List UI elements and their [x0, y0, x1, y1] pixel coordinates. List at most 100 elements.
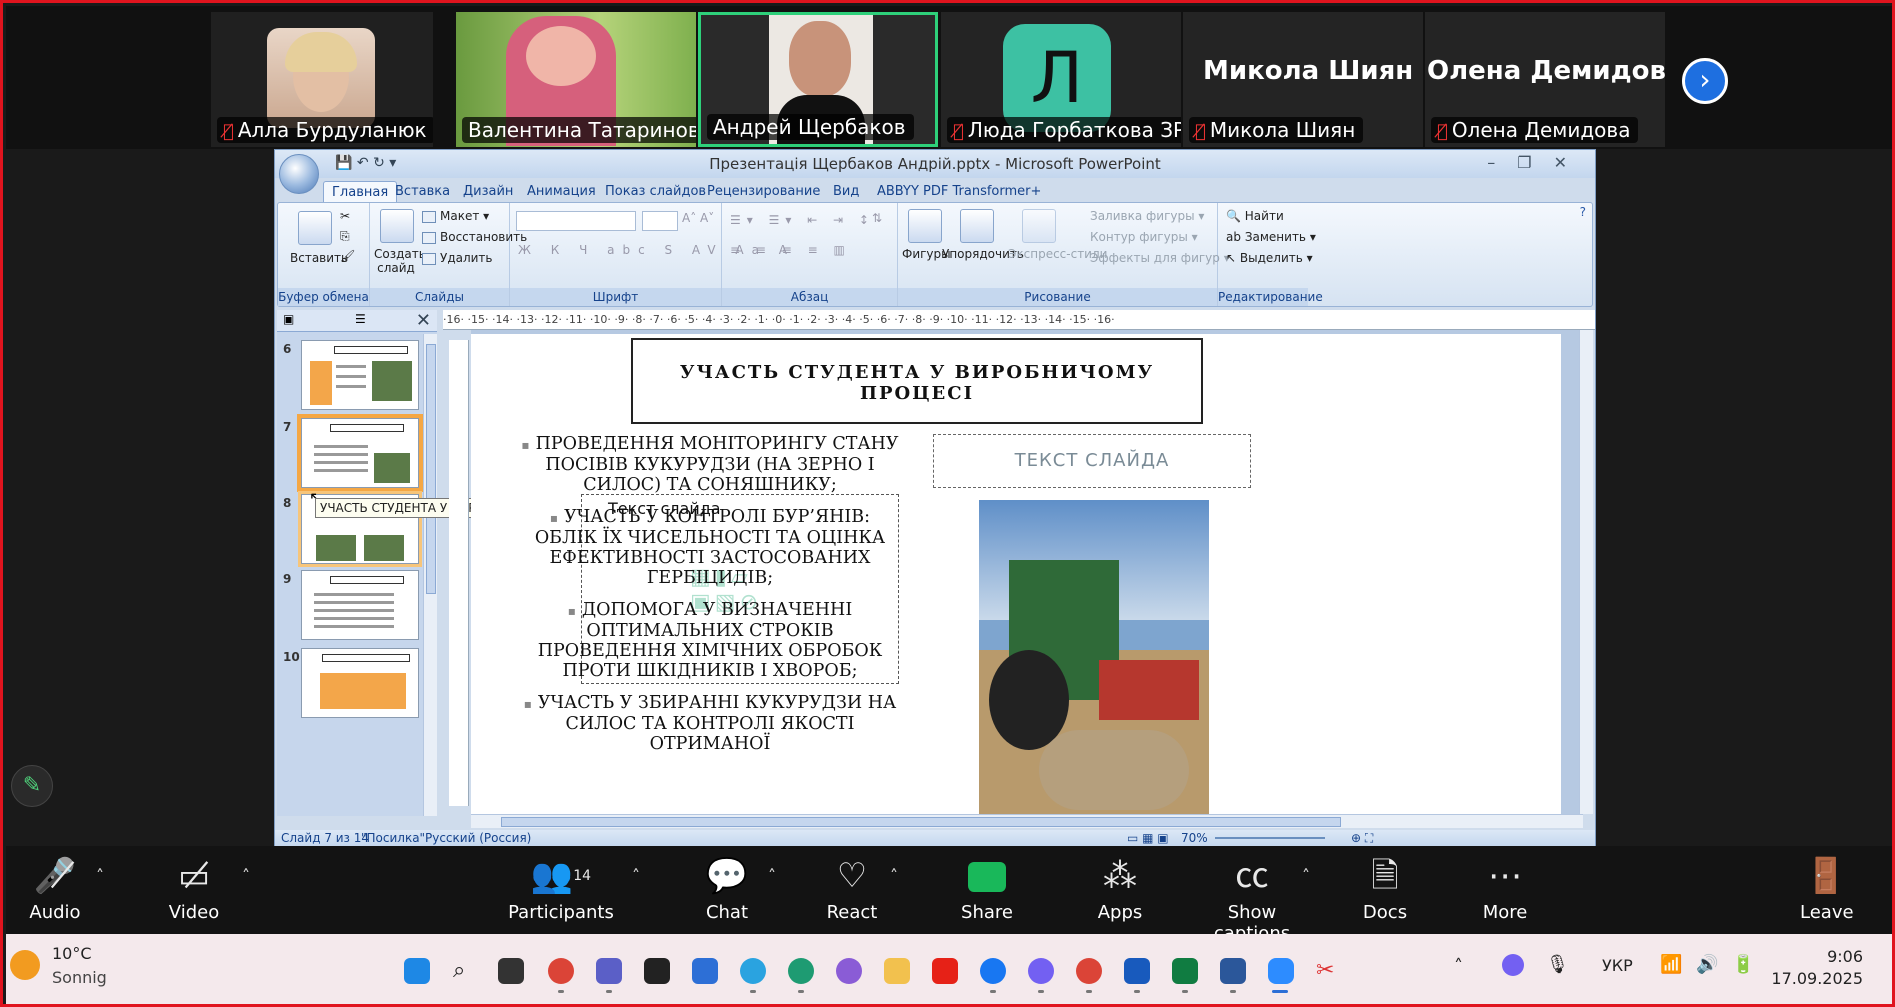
bullet-list[interactable]: ▪ ПРОВЕДЕННЯ МОНІТОРИНГУ СТАНУ ПОСІВІВ КУ… [517, 434, 903, 766]
tab-review[interactable]: Рецензирование [699, 181, 828, 202]
participant-tile[interactable]: Микола Шиян 🎙̸ Микола Шиян [1183, 12, 1423, 147]
minimize-icon[interactable]: – [1487, 153, 1517, 172]
slides-pane-scrollbar[interactable] [423, 334, 437, 816]
select-button[interactable]: ↖ Выделить ▾ [1226, 251, 1313, 265]
react-button[interactable]: ♡ React [824, 856, 880, 923]
telegram-icon[interactable] [740, 958, 766, 984]
battery-icon[interactable]: 🔋 [1732, 954, 1754, 975]
window-controls[interactable]: –❐✕ [1487, 153, 1589, 172]
align-buttons[interactable]: ≡ ≡ ≡ ≡ ▥ [730, 243, 851, 257]
search-icon[interactable]: ⌕ [453, 958, 479, 984]
share-button[interactable]: Share [958, 856, 1016, 923]
captions-caret[interactable]: ˄ [1302, 866, 1310, 885]
audio-button[interactable]: 🎤̸ Audio [28, 856, 82, 923]
annotate-pen-icon[interactable]: ✎ [11, 765, 53, 807]
horizontal-scrollbar[interactable] [471, 814, 1583, 828]
participants-caret[interactable]: ˄ [632, 866, 640, 885]
browser-icon[interactable] [836, 958, 862, 984]
help-icon[interactable]: ? [1580, 205, 1586, 219]
edge-icon[interactable] [788, 958, 814, 984]
tab-view[interactable]: Вид [825, 181, 867, 202]
file-explorer-icon[interactable] [884, 958, 910, 984]
more-button[interactable]: ⋯ More [1480, 856, 1530, 923]
font-family-select[interactable] [516, 211, 636, 231]
app-icon[interactable] [644, 958, 670, 984]
participant-tile[interactable]: Л 🎙̸Люда Горбаткова ЗР2... [941, 12, 1181, 147]
tab-insert[interactable]: Вставка [387, 181, 458, 202]
viber-icon[interactable] [1028, 958, 1054, 984]
weather-condition[interactable]: Sonnig [52, 968, 107, 987]
outline-tab-icon[interactable]: ☰ [355, 312, 366, 326]
slide-title-box[interactable]: УЧАСТЬ СТУДЕНТА У ВИРОБНИЧОМУ ПРОЦЕСІ [631, 338, 1203, 424]
text-placeholder[interactable]: ТЕКСТ СЛАЙДА [933, 434, 1251, 488]
weather-temperature[interactable]: 10°C [52, 944, 92, 963]
tractor-photo[interactable] [979, 500, 1209, 814]
shapes-icon[interactable] [908, 209, 942, 243]
format-painter-icon[interactable]: 🖌 [340, 249, 355, 263]
youtube-icon[interactable] [932, 958, 958, 984]
docs-button[interactable]: 🗎 Docs [1362, 856, 1408, 923]
arrange-icon[interactable] [960, 209, 994, 243]
shape-fill-button[interactable]: Заливка фигуры ▾ [1090, 209, 1204, 223]
word-icon[interactable] [1220, 958, 1246, 984]
delete-slide-button[interactable]: Удалить [422, 251, 493, 265]
fit-window-icon[interactable]: ⊕ ⛶ [1351, 830, 1373, 847]
chevron-up-icon[interactable]: ˄ [1454, 956, 1463, 977]
close-pane-icon[interactable]: ✕ [416, 310, 431, 332]
react-caret[interactable]: ˄ [890, 866, 898, 885]
mic-tray-icon[interactable]: 🎙 [1546, 954, 1569, 975]
slides-pane-tabs[interactable]: ▣ ☰ ✕ [277, 310, 437, 332]
chat-caret[interactable]: ˄ [768, 866, 776, 885]
participant-tile[interactable]: Валентина Татаринова [456, 12, 696, 147]
task-view-icon[interactable] [498, 958, 524, 984]
scroll-thumb[interactable] [426, 344, 436, 594]
quick-styles-icon[interactable] [1022, 209, 1056, 243]
store-icon[interactable] [692, 958, 718, 984]
zoom-icon[interactable] [1268, 958, 1294, 984]
tab-abbyy[interactable]: ABBYY PDF Transformer+ [869, 181, 1049, 202]
participant-tile[interactable]: 🎙̸ Алла Бурдуланюк [211, 12, 433, 147]
participant-tile[interactable]: Олена Демидова 🎙̸ Олена Демидова [1425, 12, 1665, 147]
input-language[interactable]: УКР [1602, 956, 1633, 975]
start-icon[interactable] [404, 958, 430, 984]
video-options-caret[interactable]: ˄ [242, 866, 250, 885]
participant-tile-active[interactable]: Андрей Щербаков [698, 12, 938, 147]
sun-icon[interactable] [10, 950, 40, 980]
cut-icon[interactable]: ✂ [340, 209, 350, 223]
slide-thumbnail-selected[interactable] [301, 418, 419, 488]
font-grow-icon[interactable]: A˄ A˅ [682, 211, 714, 225]
zoom-level[interactable]: 70% [1181, 830, 1208, 847]
font-size-select[interactable] [642, 211, 678, 231]
find-button[interactable]: 🔍 Найти [1226, 209, 1284, 223]
viber-tray-icon[interactable] [1502, 954, 1524, 976]
vertical-scrollbar[interactable] [1579, 330, 1593, 814]
wifi-icon[interactable]: 📶 [1660, 954, 1682, 975]
tab-animation[interactable]: Анимация [519, 181, 604, 202]
language-status[interactable]: Русский (Россия) [425, 830, 531, 847]
audio-options-caret[interactable]: ˄ [96, 866, 104, 885]
tab-slideshow[interactable]: Показ слайдов [597, 181, 714, 202]
maximize-icon[interactable]: ❐ [1517, 153, 1553, 172]
leave-button[interactable]: 🚪 Leave [1800, 856, 1854, 923]
new-slide-icon[interactable] [380, 209, 414, 243]
chat-button[interactable]: 💬 Chat [704, 856, 750, 923]
excel-icon[interactable] [1172, 958, 1198, 984]
slide-thumbnail[interactable] [301, 340, 419, 410]
word-icon[interactable] [1124, 958, 1150, 984]
chrome-icon[interactable] [548, 958, 574, 984]
close-icon[interactable]: ✕ [1554, 153, 1589, 172]
apps-button[interactable]: ⁂ Apps [1096, 856, 1144, 923]
shape-effects-button[interactable]: Эффекты для фигур ▾ [1090, 251, 1230, 265]
slide-thumbnail[interactable] [301, 648, 419, 718]
replace-button[interactable]: ab Заменить ▾ [1226, 230, 1316, 244]
quick-access-toolbar[interactable]: 💾 ↶ ↻ ▾ [335, 155, 396, 171]
slide-thumbnail[interactable] [301, 570, 419, 640]
scroll-thumb[interactable] [501, 817, 1341, 827]
teams-icon[interactable] [596, 958, 622, 984]
chrome-icon[interactable] [1076, 958, 1102, 984]
next-participants-button[interactable]: › [1682, 58, 1728, 104]
slides-tab-icon[interactable]: ▣ [283, 312, 294, 326]
paste-icon[interactable] [298, 211, 332, 245]
slide-canvas[interactable]: УЧАСТЬ СТУДЕНТА У ВИРОБНИЧОМУ ПРОЦЕСІ Те… [471, 334, 1561, 814]
system-clock[interactable]: 9:06 17.09.2025 [1771, 946, 1863, 990]
